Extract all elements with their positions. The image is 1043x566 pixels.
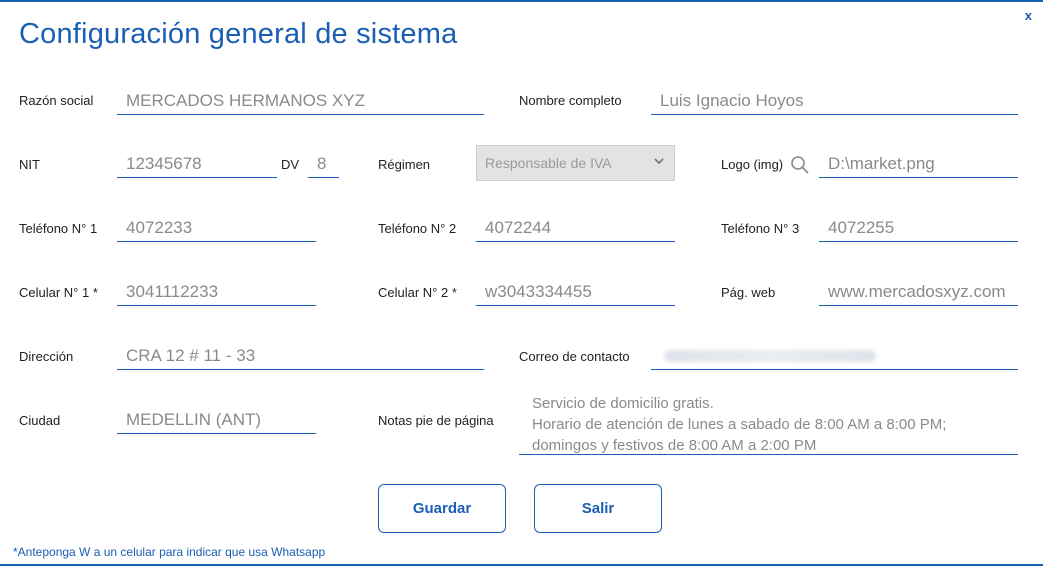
telefono1-label: Teléfono N° 1 [19, 221, 98, 236]
ciudad-label: Ciudad [19, 413, 61, 428]
nombre-completo-label: Nombre completo [519, 93, 622, 108]
telefono2-label: Teléfono N° 2 [378, 221, 457, 236]
celular2-input[interactable] [476, 280, 675, 306]
top-border [0, 0, 1043, 2]
search-icon[interactable] [790, 155, 810, 180]
telefono3-label: Teléfono N° 3 [721, 221, 800, 236]
logo-input[interactable] [819, 152, 1018, 178]
nit-label: NIT [19, 157, 40, 172]
razon-social-input[interactable] [117, 89, 484, 115]
nit-input[interactable] [117, 152, 277, 178]
whatsapp-footnote: *Anteponga W a un celular para indicar q… [13, 545, 326, 559]
regimen-selected-value: Responsable de IVA [485, 155, 612, 171]
close-button[interactable]: x [1025, 8, 1032, 23]
notas-text: Servicio de domicilio gratis. Horario de… [532, 395, 947, 454]
logo-label: Logo (img) [721, 157, 784, 172]
telefono2-input[interactable] [476, 216, 675, 242]
notas-textarea[interactable]: Servicio de domicilio gratis. Horario de… [519, 393, 1018, 455]
celular1-input[interactable] [117, 280, 316, 306]
notas-label: Notas pie de página [378, 413, 494, 428]
pag-web-input[interactable] [819, 280, 1018, 306]
redacted-email [664, 350, 876, 362]
direccion-input[interactable] [117, 344, 484, 370]
celular1-label: Celular N° 1 * [19, 285, 98, 300]
razon-social-label: Razón social [19, 93, 94, 108]
regimen-select[interactable]: Responsable de IVA [476, 145, 675, 181]
dv-input[interactable] [308, 152, 339, 178]
save-button[interactable]: Guardar [378, 484, 506, 533]
regimen-label: Régimen [378, 157, 431, 172]
telefono1-input[interactable] [117, 216, 316, 242]
ciudad-input[interactable] [117, 408, 316, 434]
nombre-completo-input[interactable] [651, 89, 1018, 115]
dv-label: DV [281, 157, 300, 172]
telefono3-input[interactable] [819, 216, 1018, 242]
pag-web-label: Pág. web [721, 285, 776, 300]
celular2-label: Celular N° 2 * [378, 285, 457, 300]
dialog-title: Configuración general de sistema [19, 18, 458, 50]
correo-label: Correo de contacto [519, 349, 630, 364]
chevron-down-icon [653, 154, 665, 172]
direccion-label: Dirección [19, 349, 74, 364]
exit-button[interactable]: Salir [534, 484, 662, 533]
